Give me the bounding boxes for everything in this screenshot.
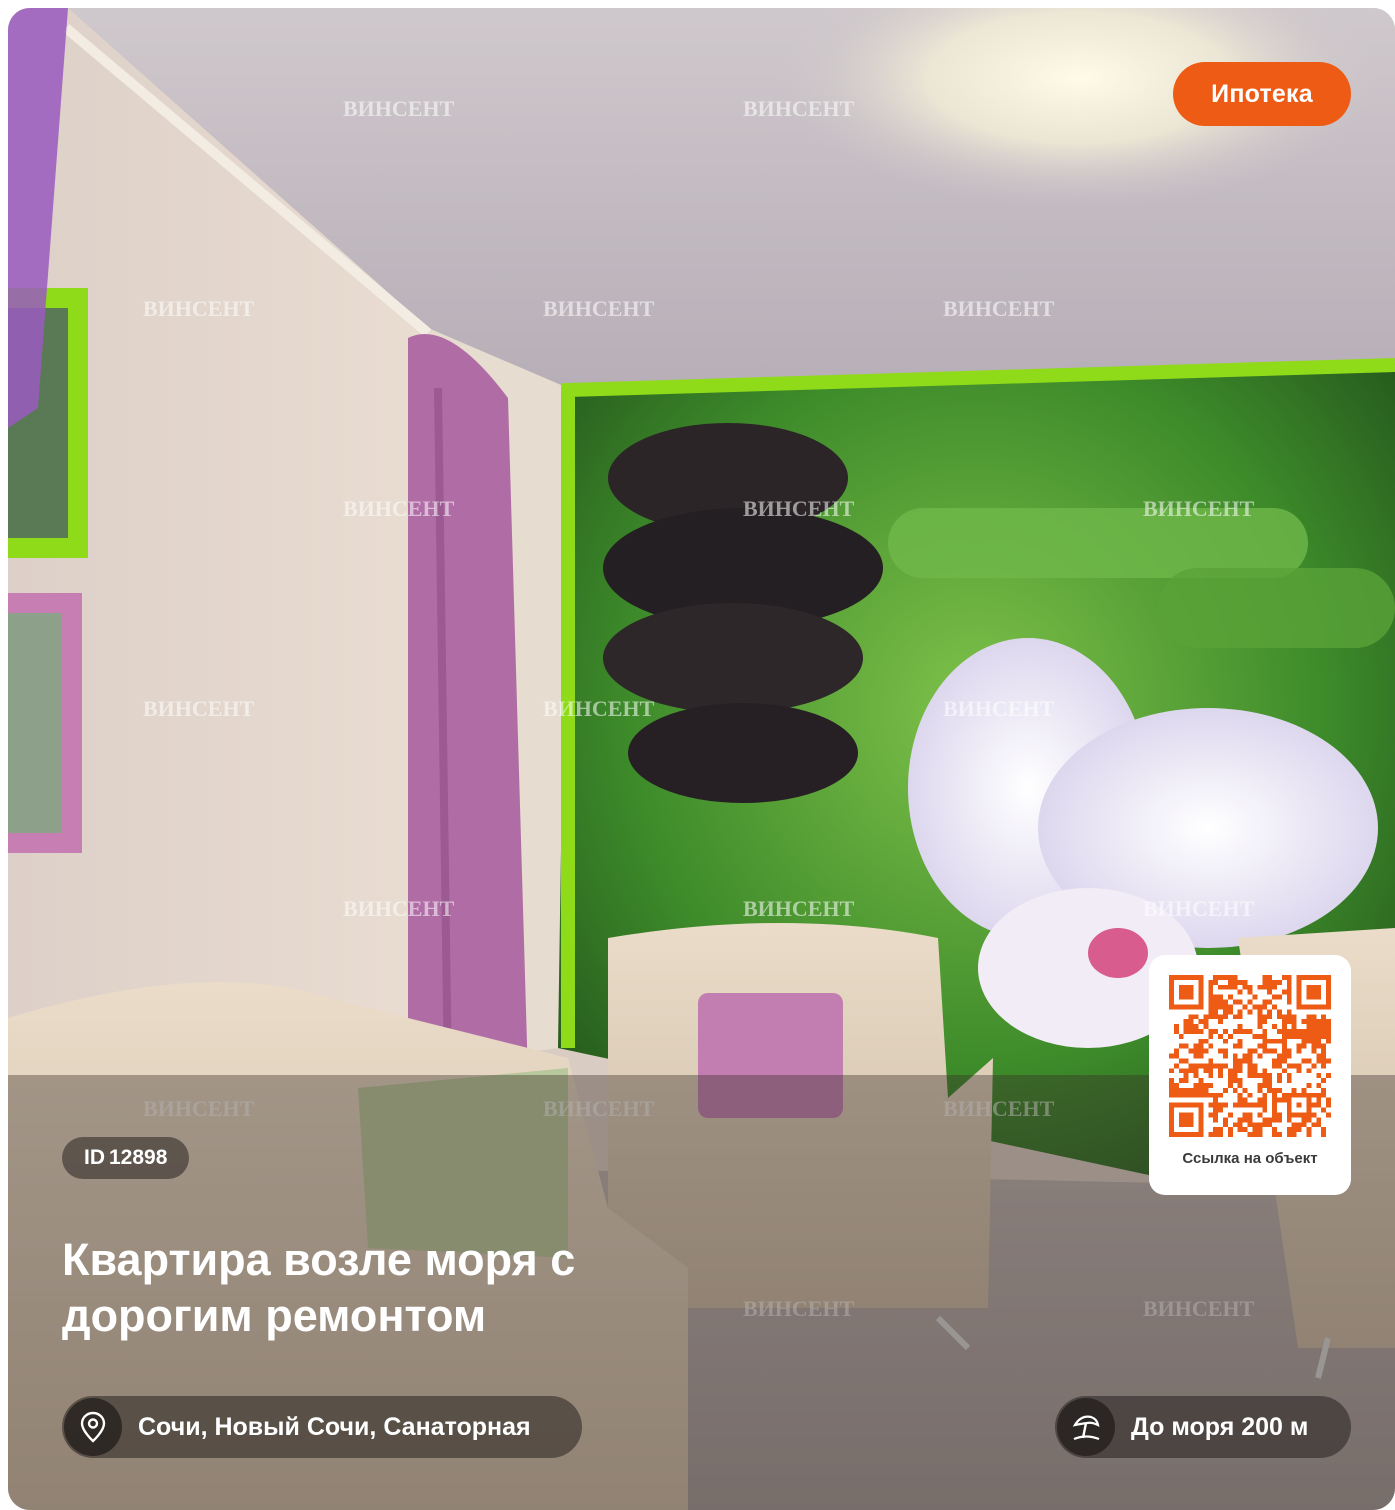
address-text: Сочи, Новый Сочи, Санаторная xyxy=(138,1412,531,1441)
watermark: ВИНСЕНТ xyxy=(943,696,1055,721)
listing-title: Квартира возле моря с дорогим ремонтом xyxy=(62,1234,576,1341)
watermark: ВИНСЕНТ xyxy=(943,296,1055,321)
id-prefix: ID xyxy=(84,1146,105,1169)
watermark: ВИНСЕНТ xyxy=(543,296,655,321)
address-pill: Сочи, Новый Сочи, Санаторная xyxy=(62,1396,582,1458)
watermark: ВИНСЕНТ xyxy=(743,96,855,121)
qr-code[interactable] xyxy=(1169,975,1331,1137)
listing-id-badge: ID 12898 xyxy=(62,1137,190,1179)
watermark: ВИНСЕНТ xyxy=(343,896,455,921)
qr-code-card[interactable]: Ссылка на объект xyxy=(1149,955,1351,1195)
listing-card[interactable]: ВИНСЕНТ ВИНСЕНТ ВИНСЕНТ ВИНСЕНТ ВИНСЕНТ … xyxy=(8,8,1395,1510)
watermark: ВИНСЕНТ xyxy=(343,96,455,121)
watermark: ВИНСЕНТ xyxy=(543,696,655,721)
watermark: ВИНСЕНТ xyxy=(1143,496,1255,521)
qr-label: Ссылка на объект xyxy=(1182,1150,1318,1167)
watermark: ВИНСЕНТ xyxy=(743,896,855,921)
map-pin-icon xyxy=(64,1398,122,1456)
sea-distance-pill: До моря 200 м xyxy=(1055,1396,1351,1458)
id-value: 12898 xyxy=(109,1146,168,1169)
sea-distance-text: До моря 200 м xyxy=(1131,1412,1309,1441)
watermark: ВИНСЕНТ xyxy=(143,696,255,721)
watermark: ВИНСЕНТ xyxy=(1143,896,1255,921)
watermark: ВИНСЕНТ xyxy=(143,296,255,321)
mortgage-button[interactable]: Ипотека xyxy=(1173,62,1351,126)
watermark: ВИНСЕНТ xyxy=(743,496,855,521)
watermark: ВИНСЕНТ xyxy=(343,496,455,521)
beach-umbrella-icon xyxy=(1057,1398,1115,1456)
